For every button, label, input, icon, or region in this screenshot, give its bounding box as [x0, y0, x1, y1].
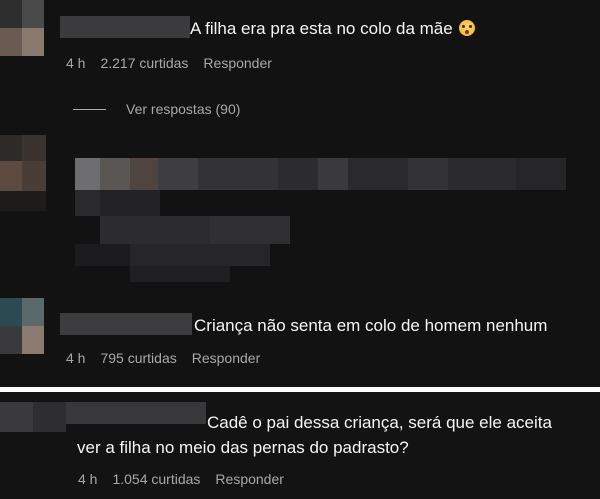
avatar[interactable] [0, 0, 44, 56]
blurred-username[interactable] [60, 313, 192, 335]
reply-button[interactable]: Responder [215, 471, 284, 487]
comment-meta: 4 h 795 curtidas Responder [66, 350, 260, 366]
view-replies-button[interactable]: Ver respostas (90) [73, 101, 240, 117]
reply-button[interactable]: Responder [192, 350, 261, 366]
comment-meta: 4 h 1.054 curtidas Responder [78, 471, 284, 487]
comment-text-line-2: ver a filha no meio das pernas do padras… [77, 438, 409, 457]
avatar[interactable] [0, 298, 44, 354]
comment-time: 4 h [66, 55, 86, 71]
blurred-username[interactable] [60, 16, 190, 38]
comment-text-line-1: Cadê o pai dessa criança, será que ele a… [207, 413, 552, 432]
like-count[interactable]: 1.054 curtidas [112, 471, 200, 487]
comments-panel-top: A filha era pra esta no colo da mãe 4 h … [0, 0, 600, 387]
blurred-username[interactable] [66, 402, 206, 424]
view-replies-label[interactable]: Ver respostas (90) [126, 101, 240, 117]
like-count[interactable]: 2.217 curtidas [100, 55, 188, 71]
flushed-face-emoji-icon [458, 20, 475, 36]
like-count[interactable]: 795 curtidas [100, 350, 176, 366]
comment-time: 4 h [78, 471, 98, 487]
comments-panel-bottom: Cadê o pai dessa criança, será que ele a… [0, 392, 600, 499]
comment-time: 4 h [66, 350, 86, 366]
replies-divider-line [73, 108, 106, 110]
comment-text: Criança não senta em colo de homem nenhu… [194, 316, 548, 335]
comment-meta: 4 h 2.217 curtidas Responder [66, 55, 272, 71]
avatar[interactable] [0, 402, 66, 432]
reply-button[interactable]: Responder [203, 55, 272, 71]
comment-text: A filha era pra esta no colo da mãe [190, 16, 475, 41]
